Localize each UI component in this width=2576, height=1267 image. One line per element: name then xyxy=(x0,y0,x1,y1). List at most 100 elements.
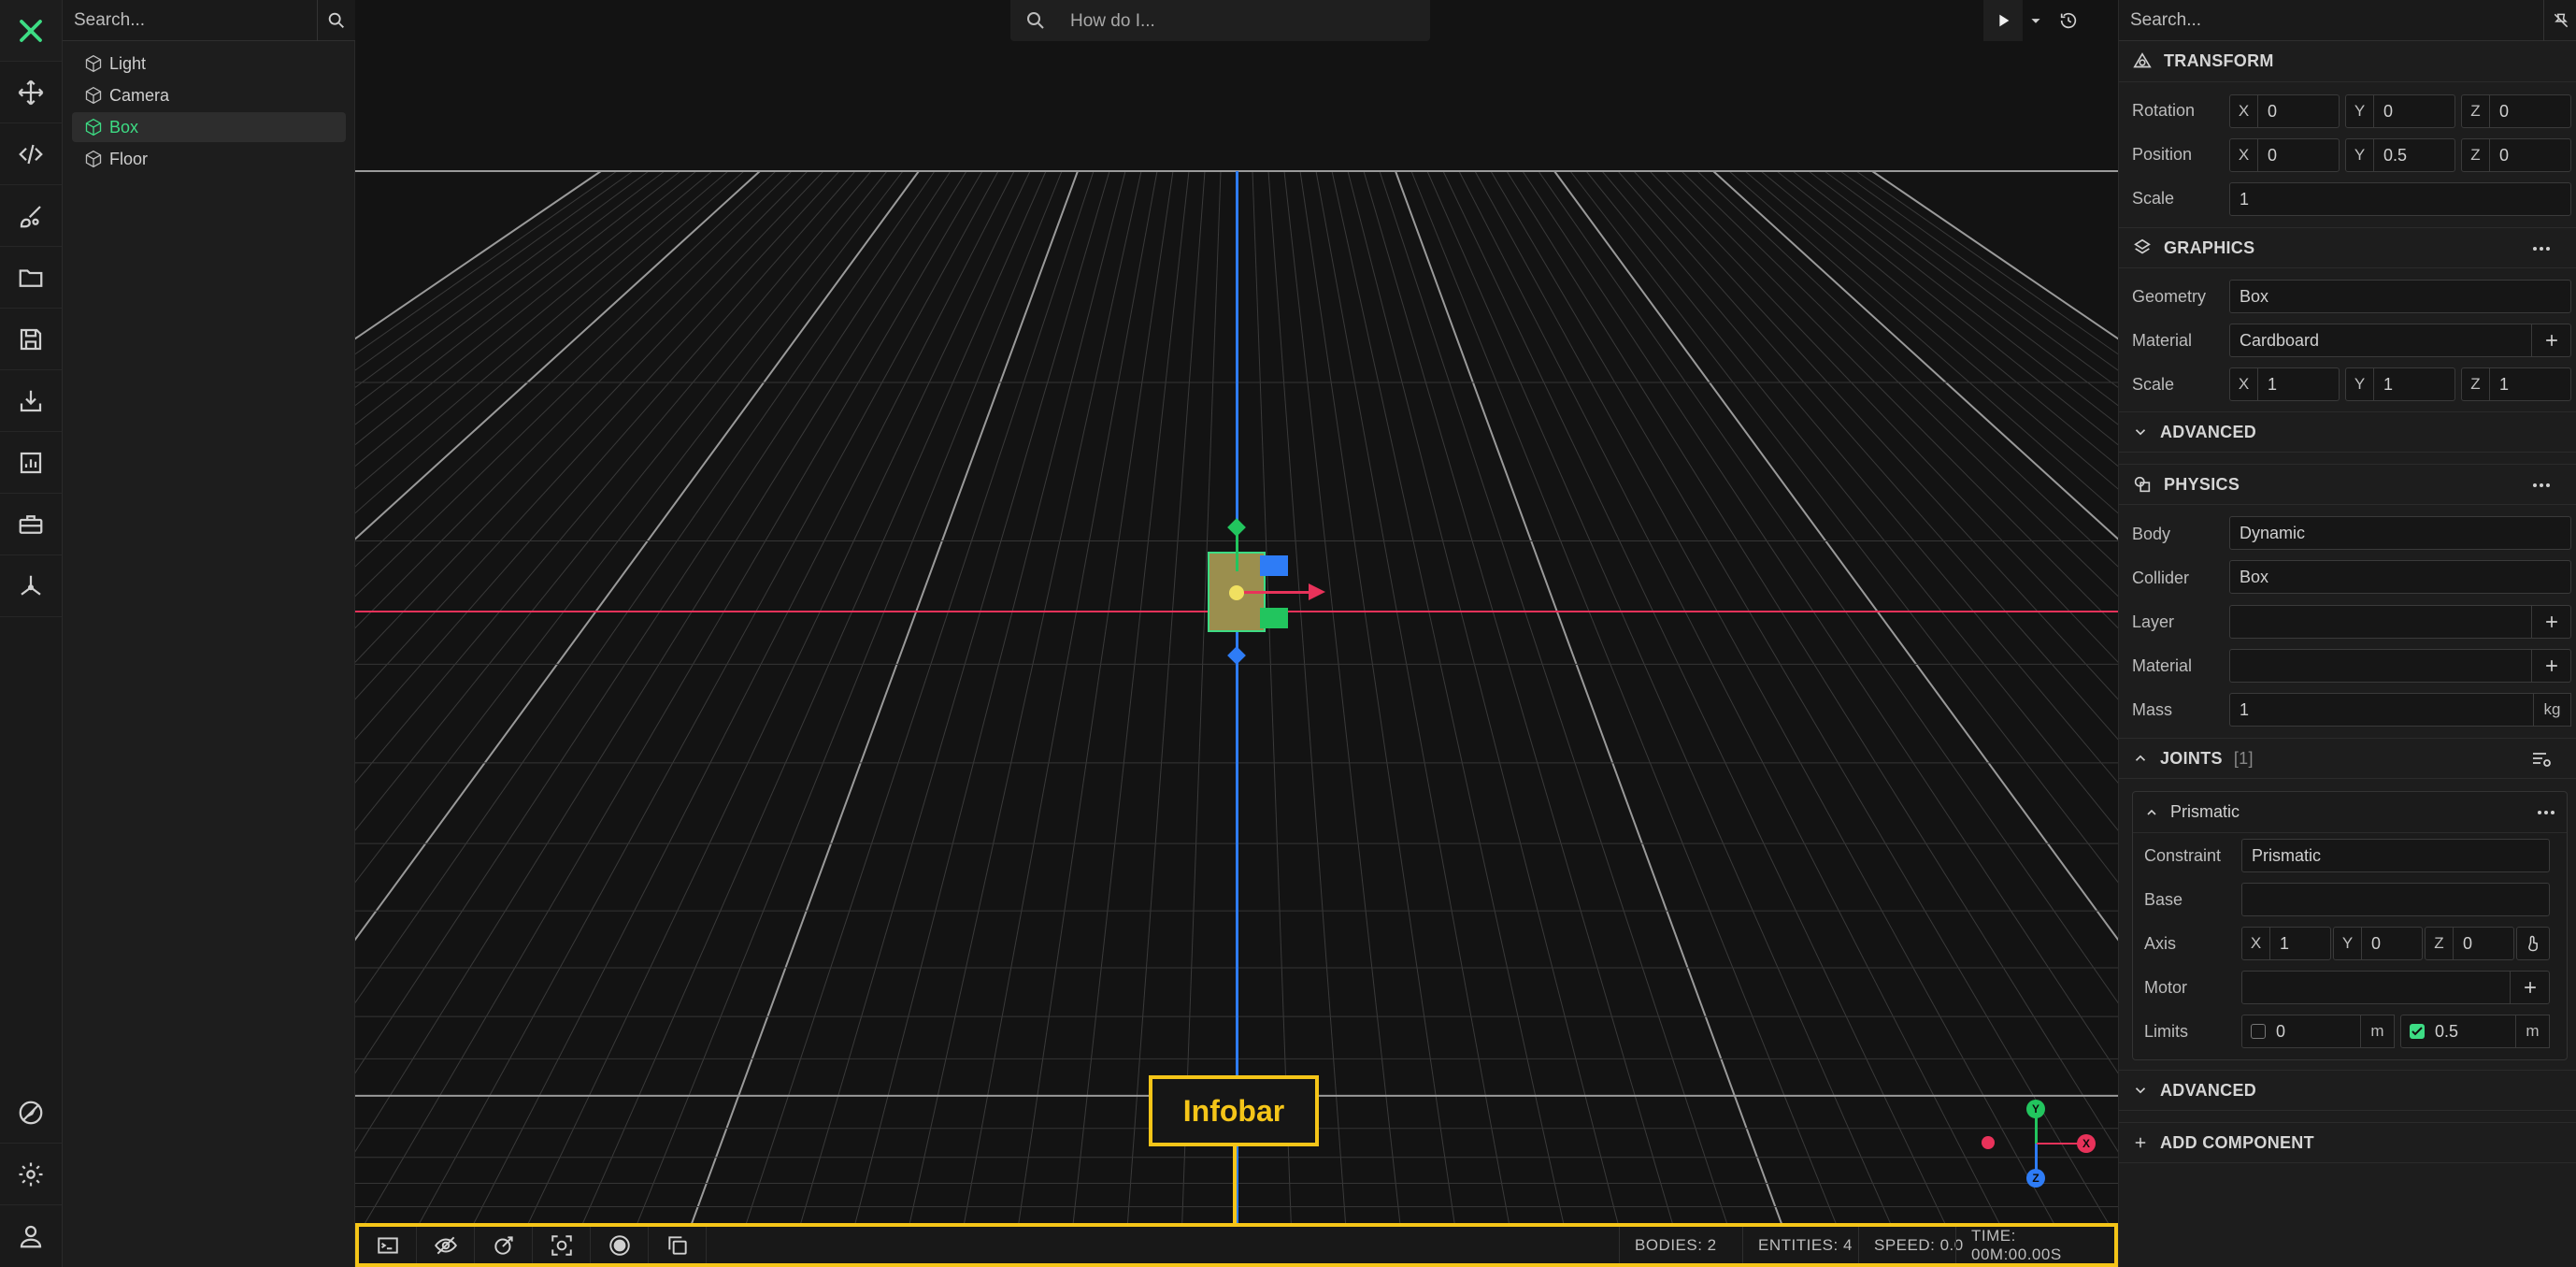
history-button[interactable] xyxy=(2049,0,2088,41)
rotation-x-field[interactable]: X0 xyxy=(2229,94,2340,128)
joint-axis-z-field[interactable]: Z0 xyxy=(2425,927,2514,960)
pen-target-icon[interactable] xyxy=(475,1227,533,1263)
plus-icon[interactable] xyxy=(2532,649,2571,683)
save-icon[interactable] xyxy=(0,309,62,370)
gizmo-x-handle[interactable] xyxy=(1240,591,1315,594)
compass-off-icon[interactable] xyxy=(0,1082,62,1144)
gizmo-x-arrow[interactable] xyxy=(1309,583,1325,600)
grid-line xyxy=(1379,170,1742,1267)
orient-y-ball[interactable]: Y xyxy=(2026,1100,2045,1118)
rotation-x-value[interactable]: 0 xyxy=(2258,95,2339,127)
gizmo-xy-plane[interactable] xyxy=(1260,555,1288,576)
scene-search-input[interactable]: Search... xyxy=(74,10,145,31)
layer-field[interactable] xyxy=(2229,605,2532,639)
joint-axis-y-value[interactable]: 0 xyxy=(2362,928,2422,959)
list-settings-icon[interactable] xyxy=(2530,748,2553,770)
gizmo-xz-plane[interactable] xyxy=(1260,608,1288,628)
graphics-header[interactable]: GRAPHICS xyxy=(2119,227,2576,268)
joints-advanced-header[interactable]: ADVANCED xyxy=(2119,1070,2576,1111)
body-field[interactable]: Dynamic xyxy=(2229,516,2571,550)
pin-off-icon[interactable] xyxy=(2543,0,2576,41)
joint-header[interactable]: Prismatic xyxy=(2133,792,2567,833)
orient-z-ball[interactable]: Z xyxy=(2026,1169,2045,1188)
joint-axis-x-value[interactable]: 1 xyxy=(2270,928,2330,959)
joint-axis-y-field[interactable]: Y0 xyxy=(2333,927,2423,960)
rotation-z-value[interactable]: 0 xyxy=(2490,95,2570,127)
tree-item-box[interactable]: Box xyxy=(72,112,346,142)
joint-axis-x-field[interactable]: X1 xyxy=(2241,927,2331,960)
folder-icon[interactable] xyxy=(0,247,62,309)
inspector-search-input[interactable]: Search... xyxy=(2130,10,2201,31)
more-icon[interactable] xyxy=(2530,474,2553,497)
move-icon[interactable] xyxy=(0,62,62,123)
motor-field[interactable] xyxy=(2241,971,2511,1004)
search-icon xyxy=(1027,12,1044,29)
rotation-y-field[interactable]: Y0 xyxy=(2345,94,2455,128)
terminal-icon[interactable] xyxy=(359,1227,417,1263)
toolbox-icon[interactable] xyxy=(0,494,62,555)
rotation-z-field[interactable]: Z0 xyxy=(2461,94,2571,128)
limit-min-checkbox[interactable] xyxy=(2251,1024,2266,1039)
copy-icon[interactable] xyxy=(649,1227,707,1263)
graphics-scale-x-field[interactable]: X1 xyxy=(2229,367,2340,401)
play-button[interactable] xyxy=(1983,0,2023,41)
physics-header[interactable]: PHYSICS xyxy=(2119,464,2576,505)
physics-material-field[interactable] xyxy=(2229,649,2532,683)
scale-field[interactable]: 1 xyxy=(2229,182,2571,216)
geometry-field[interactable]: Box xyxy=(2229,280,2571,313)
limits-label: Limits xyxy=(2144,1022,2189,1041)
orient-x-ball[interactable]: X xyxy=(2077,1134,2096,1153)
orient-neg-x-ball[interactable] xyxy=(1982,1136,1995,1149)
add-component-button[interactable]: ADD COMPONENT xyxy=(2119,1122,2576,1163)
position-z-field[interactable]: Z0 xyxy=(2461,138,2571,172)
help-search-input[interactable]: How do I... xyxy=(1070,11,1155,32)
position-y-value[interactable]: 0.5 xyxy=(2374,139,2454,171)
limit-max-checkbox[interactable] xyxy=(2410,1024,2425,1039)
transform-header[interactable]: TRANSFORM xyxy=(2119,41,2576,82)
chart-icon[interactable] xyxy=(0,432,62,494)
grid-line xyxy=(1824,170,2118,388)
tree-item-floor[interactable]: Floor xyxy=(72,144,346,174)
more-icon[interactable] xyxy=(2535,801,2557,824)
pointer-pick-icon[interactable] xyxy=(2516,927,2550,960)
collider-field[interactable]: Box xyxy=(2229,560,2571,594)
joint-axis-z-value[interactable]: 0 xyxy=(2454,928,2513,959)
graphics-material-field[interactable]: Cardboard xyxy=(2229,324,2532,357)
graphics-scale-x-value[interactable]: 1 xyxy=(2258,368,2339,400)
graphics-scale-y-value[interactable]: 1 xyxy=(2374,368,2454,400)
play-options-button[interactable] xyxy=(2023,0,2049,41)
axes-icon[interactable] xyxy=(0,555,62,617)
graphics-scale-z-value[interactable]: 1 xyxy=(2490,368,2570,400)
code-icon[interactable] xyxy=(0,123,62,185)
plus-icon[interactable] xyxy=(2511,971,2550,1004)
base-field[interactable] xyxy=(2241,883,2550,916)
gizmo-center[interactable] xyxy=(1229,585,1244,600)
plus-icon[interactable] xyxy=(2532,605,2571,639)
position-y-field[interactable]: Y 0.5 xyxy=(2345,138,2455,172)
position-x-field[interactable]: X0 xyxy=(2229,138,2340,172)
more-icon[interactable] xyxy=(2530,238,2553,260)
focus-icon[interactable] xyxy=(533,1227,591,1263)
search-icon[interactable] xyxy=(317,0,355,41)
3d-viewport[interactable]: Y X Z How do I... Infobar BODIES: 2 ENTI… xyxy=(355,0,2118,1267)
eye-off-icon[interactable] xyxy=(417,1227,475,1263)
graphics-scale-z-field[interactable]: Z1 xyxy=(2461,367,2571,401)
graphics-scale-y-field[interactable]: Y1 xyxy=(2345,367,2455,401)
brush-icon[interactable] xyxy=(0,185,62,247)
joint-title: Prismatic xyxy=(2170,802,2240,821)
position-x-value[interactable]: 0 xyxy=(2258,139,2339,171)
record-icon[interactable] xyxy=(591,1227,649,1263)
gear-icon[interactable] xyxy=(0,1144,62,1205)
position-z-value[interactable]: 0 xyxy=(2490,139,2570,171)
graphics-advanced-header[interactable]: ADVANCED xyxy=(2119,411,2576,453)
mass-field[interactable]: 1 xyxy=(2229,693,2534,727)
rotation-y-value[interactable]: 0 xyxy=(2374,95,2454,127)
tree-item-light[interactable]: Light xyxy=(72,49,346,79)
plus-icon[interactable] xyxy=(2532,324,2571,357)
import-icon[interactable] xyxy=(0,370,62,432)
tree-item-camera[interactable]: Camera xyxy=(72,80,346,110)
joints-header[interactable]: JOINTS [1] xyxy=(2119,738,2576,779)
user-icon[interactable] xyxy=(0,1205,62,1267)
constraint-field[interactable]: Prismatic xyxy=(2241,839,2550,872)
logo-icon[interactable] xyxy=(0,0,62,62)
